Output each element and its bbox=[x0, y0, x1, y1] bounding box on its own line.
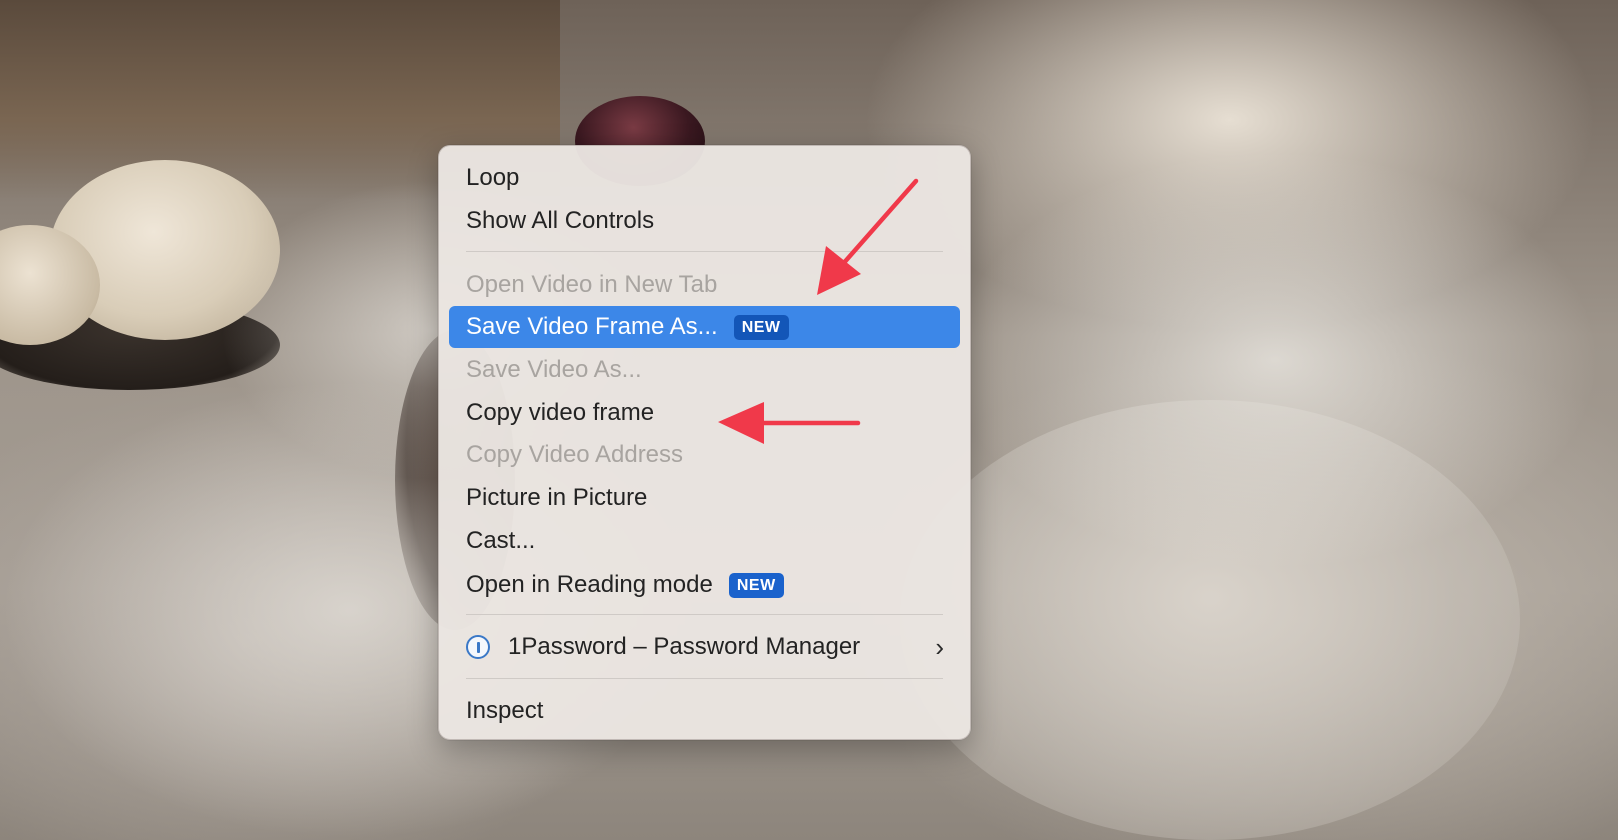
annotation-arrow-save-video-frame bbox=[817, 178, 919, 295]
annotation-arrow-copy-video-frame bbox=[718, 402, 861, 444]
annotation-arrows bbox=[718, 178, 919, 444]
